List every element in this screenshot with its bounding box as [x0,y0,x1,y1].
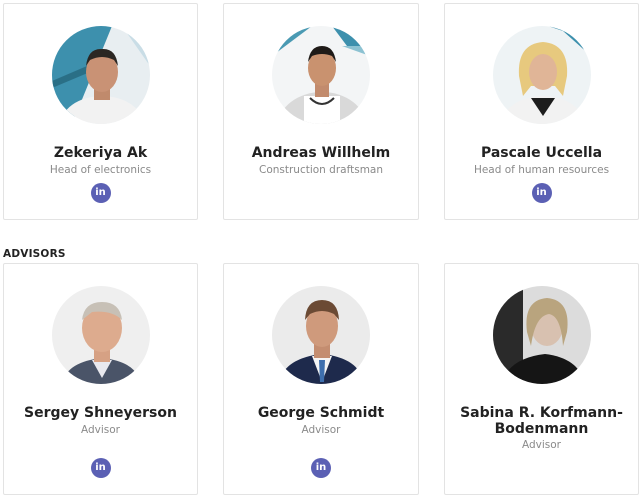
avatar [492,26,591,124]
advisors-heading: ADVISORS [3,248,66,260]
team-card-andreas: Andreas Willhelm Construction draftsman [223,3,419,220]
team-card-pascale: Pascale Uccella Head of human resources … [444,3,639,220]
advisor-card-george: George Schmidt Advisor in [223,263,419,495]
linkedin-icon[interactable]: in [90,183,111,203]
member-role: Head of human resources [473,164,610,176]
member-role: Construction draftsman [258,164,384,176]
member-name: Zekeriya Ak [53,145,148,161]
advisor-role: Advisor [521,439,561,451]
avatar [51,26,150,124]
linkedin-icon[interactable]: in [90,458,111,478]
member-name: Andreas Willhelm [251,145,391,161]
advisor-role: Advisor [80,424,120,436]
linkedin-icon[interactable]: in [311,458,331,478]
advisor-role: Advisor [301,424,341,436]
team-card-zekeriya: Zekeriya Ak Head of electronics in [3,3,198,220]
advisor-card-sergey: Sergey Shneyerson Advisor in [3,263,198,495]
avatar [272,286,370,384]
member-role: Head of electronics [49,164,152,176]
avatar [492,286,591,384]
avatar [51,286,150,384]
avatar [272,26,370,124]
advisor-name: George Schmidt [257,405,385,421]
advisor-card-sabina: Sabina R. Korfmann-Bodenmann Advisor [444,263,639,495]
member-name: Pascale Uccella [480,145,603,161]
advisor-name: Sergey Shneyerson [24,405,177,421]
linkedin-icon[interactable]: in [531,183,552,203]
advisor-name: Sabina R. Korfmann-Bodenmann [460,405,623,437]
